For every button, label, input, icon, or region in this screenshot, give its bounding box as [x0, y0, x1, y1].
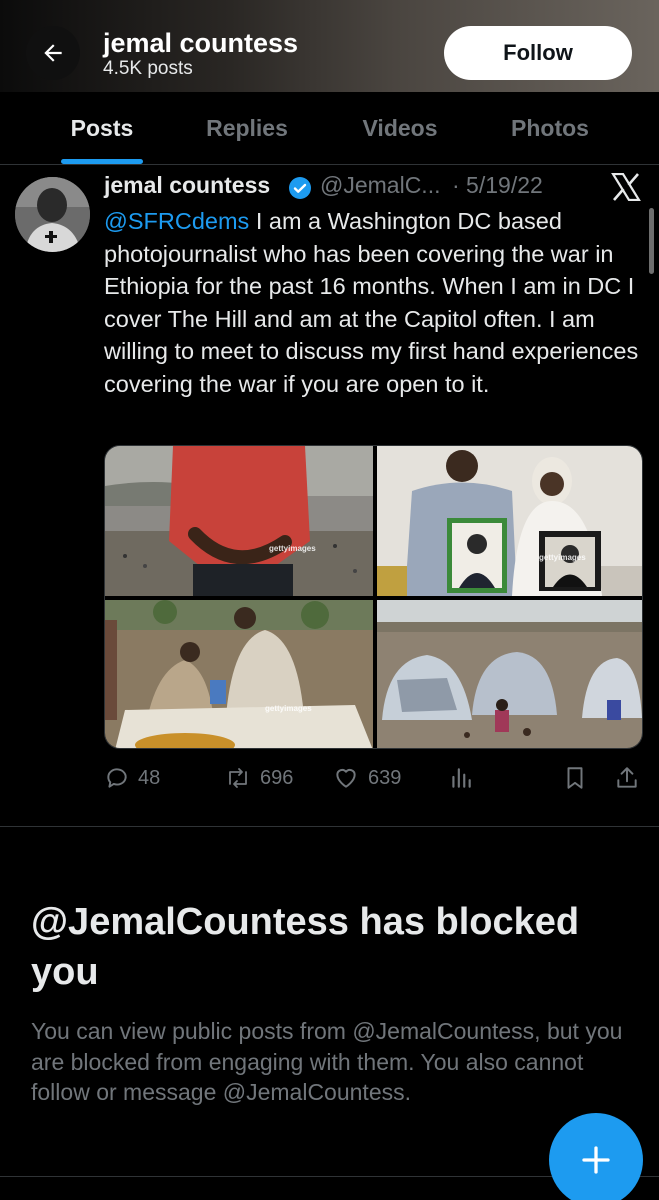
views-icon — [452, 768, 471, 788]
verified-badge-icon — [289, 177, 311, 199]
repost-count: 696 — [260, 766, 294, 789]
repost-icon — [229, 768, 247, 788]
media-photo-4[interactable] — [377, 600, 642, 748]
bookmark-button[interactable] — [562, 760, 588, 796]
profile-tabs: Posts Replies Videos Photos — [0, 92, 659, 165]
x-logo-icon — [611, 173, 641, 201]
media-watermark: gettyimages — [265, 704, 312, 713]
profile-header: jemal countess 4.5K posts Follow — [0, 0, 659, 92]
blocked-description: You can view public posts from @JemalCou… — [31, 1018, 623, 1105]
back-button[interactable] — [26, 26, 80, 80]
active-tab-indicator — [61, 159, 143, 164]
post-date[interactable]: · 5/19/22 — [452, 172, 543, 199]
plus-icon — [582, 1146, 610, 1174]
reply-button[interactable]: 48 — [104, 760, 160, 796]
scrollbar[interactable] — [649, 208, 654, 274]
compose-post-button[interactable] — [549, 1113, 643, 1200]
arrow-left-icon — [44, 44, 62, 62]
heart-icon — [336, 768, 356, 788]
tab-replies[interactable]: Replies — [181, 92, 313, 165]
media-photo-2[interactable]: gettyimages — [377, 446, 642, 596]
post-mention-link[interactable]: @SFRCdems — [104, 208, 249, 234]
section-divider — [0, 826, 659, 827]
media-photo-3[interactable]: gettyimages — [105, 600, 373, 748]
avatar-image — [15, 177, 90, 252]
tab-videos[interactable]: Videos — [338, 92, 462, 165]
tab-posts[interactable]: Posts — [33, 92, 171, 165]
post-text: @SFRCdems I am a Washington DC based pho… — [104, 205, 644, 400]
avatar[interactable] — [15, 177, 90, 252]
post-action-bar: 48 696 639 — [104, 760, 644, 796]
follow-button[interactable]: Follow — [444, 26, 632, 80]
tab-photos[interactable]: Photos — [486, 92, 614, 165]
blocked-title: @JemalCountess has blocked you — [31, 901, 580, 993]
post-media-grid: gettyimages gettyimages gettyimages — [104, 445, 643, 749]
media-watermark: gettyimages — [269, 544, 316, 553]
repost-button[interactable]: 696 — [224, 760, 293, 796]
bookmark-icon — [567, 767, 583, 789]
media-watermark: gettyimages — [539, 553, 586, 562]
header-profile-name: jemal countess — [103, 28, 299, 58]
post-body-text: I am a Washington DC based photojournali… — [104, 208, 639, 397]
like-count: 639 — [368, 766, 402, 789]
header-post-count: 4.5K posts — [103, 58, 193, 79]
post-author-handle[interactable]: @JemalC... — [320, 172, 440, 199]
share-button[interactable] — [614, 760, 640, 796]
reply-icon — [107, 768, 127, 788]
views-button[interactable] — [448, 760, 474, 796]
like-button[interactable]: 639 — [332, 760, 401, 796]
post-author-name[interactable]: jemal countess — [104, 172, 270, 199]
media-photo-1[interactable]: gettyimages — [105, 446, 373, 596]
reply-count: 48 — [138, 766, 161, 789]
share-icon — [617, 767, 637, 788]
